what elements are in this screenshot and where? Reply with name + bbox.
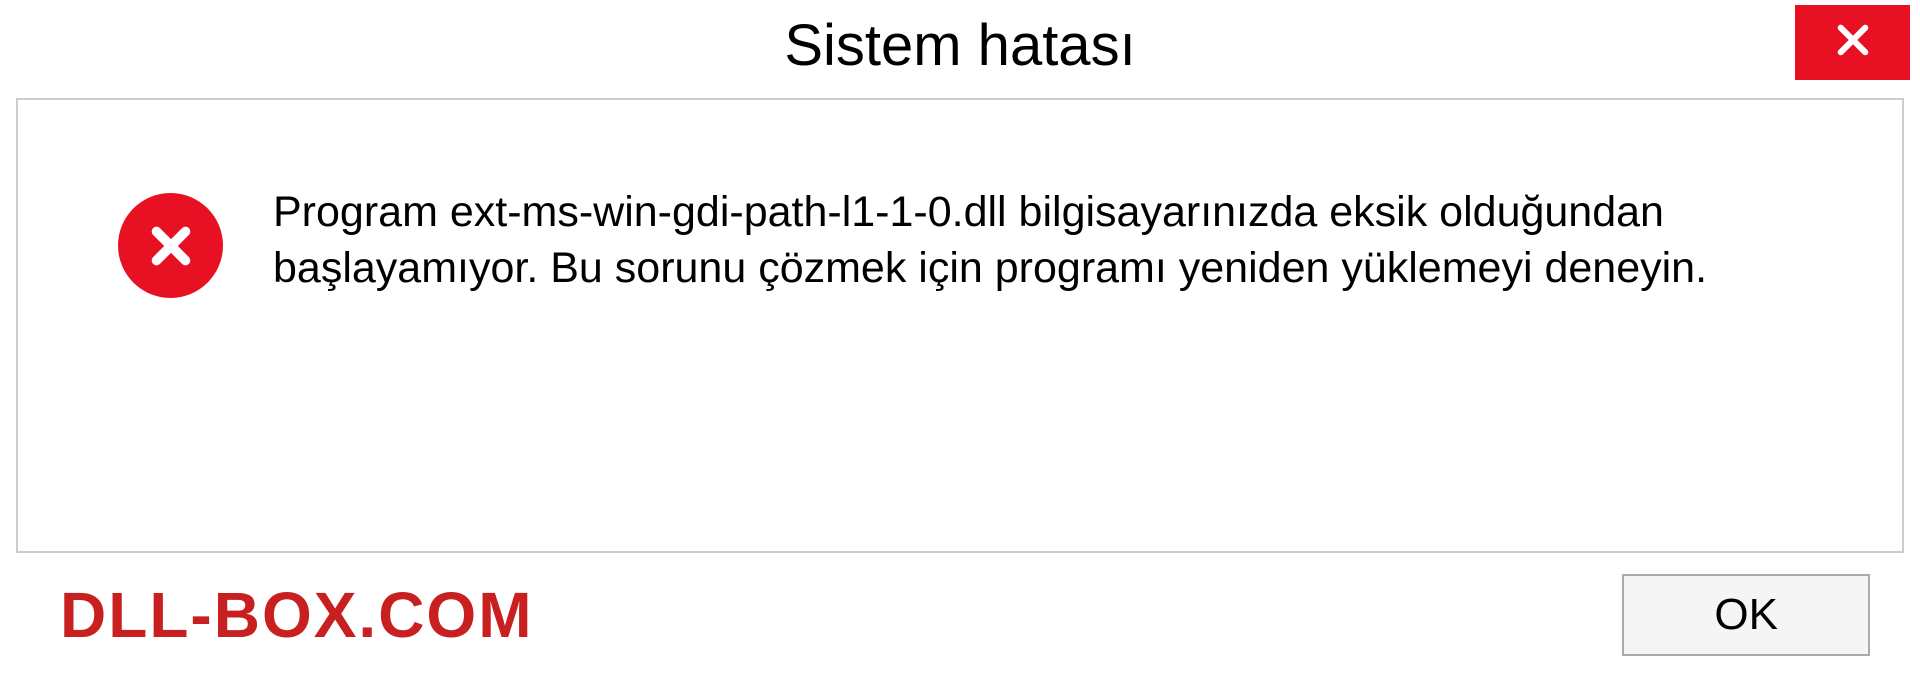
close-icon xyxy=(1832,19,1874,66)
error-icon xyxy=(118,193,223,298)
close-button[interactable] xyxy=(1795,5,1910,80)
dialog-content: Program ext-ms-win-gdi-path-l1-1-0.dll b… xyxy=(16,98,1904,553)
dialog-message: Program ext-ms-win-gdi-path-l1-1-0.dll b… xyxy=(273,185,1773,297)
ok-button[interactable]: OK xyxy=(1622,574,1870,656)
footer: DLL-BOX.COM OK xyxy=(0,569,1920,656)
content-row: Program ext-ms-win-gdi-path-l1-1-0.dll b… xyxy=(18,100,1902,328)
watermark-text: DLL-BOX.COM xyxy=(60,578,534,652)
dialog-title: Sistem hatası xyxy=(784,12,1135,79)
title-bar: Sistem hatası xyxy=(0,0,1920,90)
